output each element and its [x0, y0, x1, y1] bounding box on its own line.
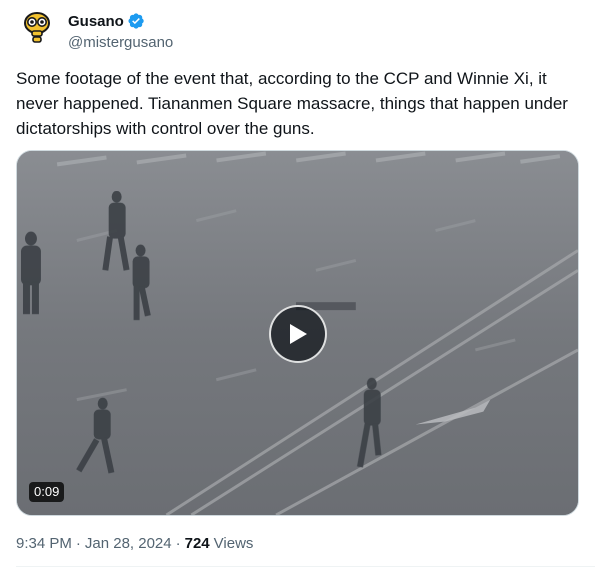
- author-name-row: Gusano: [68, 12, 145, 30]
- author-avatar[interactable]: [17, 8, 57, 48]
- author-display-name[interactable]: Gusano: [68, 13, 124, 30]
- views-label: Views: [213, 535, 254, 552]
- meta-separator: ·: [75, 535, 81, 552]
- verified-badge-icon[interactable]: [127, 12, 145, 30]
- tweet: Gusano @mistergusano Some footage of the…: [0, 0, 611, 570]
- worm-face-avatar-icon: [24, 12, 50, 43]
- video-duration-badge: 0:09: [29, 482, 65, 502]
- video-player[interactable]: 0:09: [16, 150, 579, 516]
- tweet-text: Some footage of the event that, accordin…: [16, 69, 568, 138]
- play-icon: [290, 324, 307, 344]
- author-handle[interactable]: @mistergusano: [68, 34, 173, 51]
- tweet-date[interactable]: Jan 28, 2024: [85, 535, 172, 552]
- tweet-meta: 9:34 PM · Jan 28, 2024 · 724 Views: [16, 535, 253, 552]
- tweet-time[interactable]: 9:34 PM: [16, 535, 72, 552]
- meta-separator: ·: [175, 535, 181, 552]
- play-button[interactable]: [269, 305, 327, 363]
- divider: [16, 566, 595, 567]
- views-count: 724: [184, 535, 210, 552]
